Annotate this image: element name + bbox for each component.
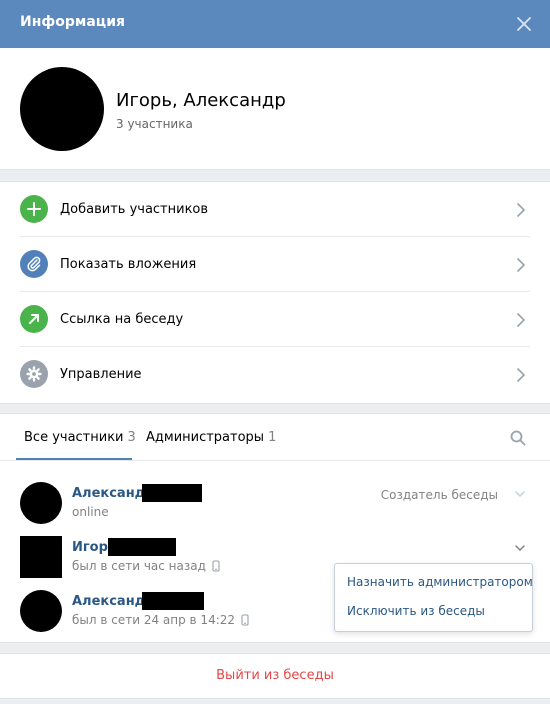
avatar[interactable] bbox=[20, 482, 62, 524]
chevron-right-icon bbox=[516, 367, 526, 387]
member-role: Создатель беседы bbox=[380, 488, 498, 502]
member-actions-menu: Назначить администратором Исключить из б… bbox=[334, 563, 533, 632]
participants-count: 3 участника bbox=[116, 117, 193, 131]
modal-title: Информация bbox=[20, 14, 125, 30]
tab-count: 3 bbox=[127, 430, 136, 445]
leave-conversation-button[interactable]: Выйти из беседы bbox=[0, 668, 550, 683]
plus-icon bbox=[20, 195, 48, 223]
chevron-down-icon[interactable] bbox=[514, 542, 526, 558]
action-label: Ссылка на беседу bbox=[60, 312, 184, 327]
tab-label: Администраторы bbox=[146, 430, 265, 445]
member-status: online bbox=[72, 505, 109, 519]
avatar[interactable] bbox=[20, 536, 62, 578]
manage-action[interactable]: Управление bbox=[20, 347, 530, 402]
mobile-icon bbox=[241, 614, 249, 629]
conversation-link-action[interactable]: Ссылка на беседу bbox=[20, 292, 530, 347]
chevron-right-icon bbox=[516, 257, 526, 277]
conversation-avatar[interactable] bbox=[20, 67, 104, 151]
show-attachments-action[interactable]: Показать вложения bbox=[20, 237, 530, 292]
member-status: был в сети час назад bbox=[72, 559, 220, 575]
tab-count: 1 bbox=[268, 430, 277, 445]
action-label: Добавить участников bbox=[60, 202, 209, 217]
member-status: был в сети 24 апр в 14:22 bbox=[72, 613, 249, 629]
leave-card: Выйти из беседы bbox=[0, 653, 550, 699]
redaction-block bbox=[142, 484, 202, 502]
action-label: Управление bbox=[60, 367, 142, 382]
active-tab-indicator bbox=[16, 458, 132, 460]
conversation-name: Игорь, Александр bbox=[116, 90, 286, 111]
tab-all-members[interactable]: Все участники 3 bbox=[24, 430, 136, 445]
member-status-text: был в сети час назад bbox=[72, 559, 206, 573]
make-admin-menu-item[interactable]: Назначить администратором bbox=[347, 575, 533, 589]
search-icon[interactable] bbox=[510, 430, 526, 450]
close-icon[interactable] bbox=[512, 12, 536, 36]
arrow-link-icon bbox=[20, 305, 48, 333]
tab-administrators[interactable]: Администраторы 1 bbox=[146, 430, 276, 445]
tab-label: Все участники bbox=[24, 430, 124, 445]
conversation-card: Игорь, Александр 3 участника bbox=[0, 48, 550, 170]
mobile-icon bbox=[212, 560, 220, 575]
gear-icon bbox=[20, 360, 48, 388]
chevron-down-icon[interactable] bbox=[514, 488, 526, 504]
chevron-right-icon bbox=[516, 312, 526, 332]
redaction-block bbox=[108, 538, 176, 556]
paperclip-icon bbox=[20, 250, 48, 278]
redaction-block bbox=[142, 592, 204, 610]
actions-list: Добавить участников Показать вложения Сс… bbox=[0, 181, 550, 404]
add-members-action[interactable]: Добавить участников bbox=[20, 182, 530, 237]
member-status-text: был в сети 24 апр в 14:22 bbox=[72, 613, 236, 627]
members-tabs: Все участники 3 Администраторы 1 bbox=[0, 414, 550, 461]
remove-member-menu-item[interactable]: Исключить из беседы bbox=[347, 604, 485, 618]
modal-header: Информация bbox=[0, 0, 550, 48]
chevron-right-icon bbox=[516, 202, 526, 222]
avatar[interactable] bbox=[20, 590, 62, 632]
action-label: Показать вложения bbox=[60, 257, 197, 272]
member-row[interactable]: Александр online Создатель беседы bbox=[20, 482, 530, 536]
